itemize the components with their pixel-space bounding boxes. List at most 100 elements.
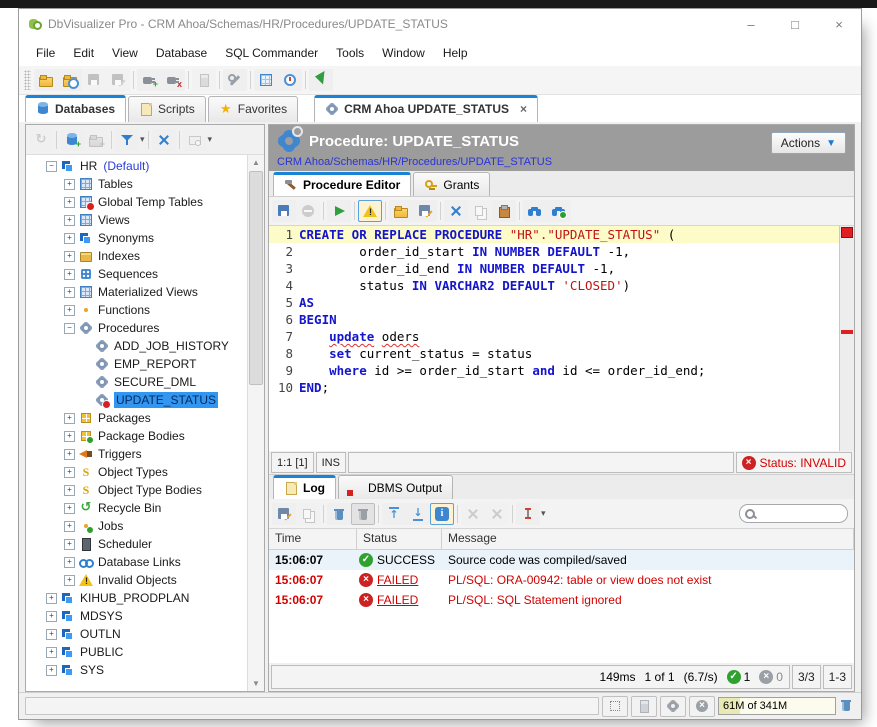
log-row[interactable]: 15:06:07×FAILEDPL/SQL: ORA-00942: table … bbox=[269, 570, 854, 590]
object-tab-close-icon[interactable]: × bbox=[520, 102, 527, 116]
collapse-all-button[interactable] bbox=[152, 129, 176, 151]
scroll-to-top-button[interactable]: ↑ bbox=[382, 503, 406, 525]
grid-status-button[interactable] bbox=[602, 696, 628, 717]
paste-button[interactable] bbox=[492, 200, 516, 222]
tree-expander-icon[interactable]: + bbox=[64, 503, 75, 514]
menu-help[interactable]: Help bbox=[434, 42, 477, 64]
compile-save-button[interactable] bbox=[272, 200, 296, 222]
tree-expander-icon[interactable]: + bbox=[64, 269, 75, 280]
tree-expander-icon[interactable]: + bbox=[64, 197, 75, 208]
code-line-10[interactable]: 10END; bbox=[269, 379, 839, 396]
scroll-down-icon[interactable]: ▼ bbox=[248, 676, 264, 691]
log-column-time[interactable]: Time bbox=[269, 529, 357, 549]
tree-item-triggers[interactable]: +Triggers bbox=[26, 445, 248, 463]
row-height-button[interactable] bbox=[516, 503, 540, 525]
auto-scroll-info-button[interactable]: i bbox=[430, 503, 454, 525]
tree-expander-icon[interactable]: + bbox=[64, 539, 75, 550]
tree-item-packages[interactable]: +Packages bbox=[26, 409, 248, 427]
toolbar-grip[interactable] bbox=[24, 70, 31, 90]
tree-item-indexes[interactable]: +Indexes bbox=[26, 247, 248, 265]
tree-item-object-type-bodies[interactable]: +SObject Type Bodies bbox=[26, 481, 248, 499]
task-monitor-button[interactable] bbox=[278, 69, 302, 91]
export-log-button[interactable] bbox=[272, 503, 296, 525]
scroll-to-bottom-button[interactable]: ↓ bbox=[406, 503, 430, 525]
close-button[interactable]: × bbox=[817, 9, 861, 39]
tree-item-scheduler[interactable]: +Scheduler bbox=[26, 535, 248, 553]
tree-item-materialized-views[interactable]: +Materialized Views bbox=[26, 283, 248, 301]
tree-item-jobs[interactable]: +Jobs bbox=[26, 517, 248, 535]
sql-editor[interactable]: 1CREATE OR REPLACE PROCEDURE "HR"."UPDAT… bbox=[269, 226, 854, 451]
tree-item-outln[interactable]: +OUTLN bbox=[26, 625, 248, 643]
tree-item-tables[interactable]: +Tables bbox=[26, 175, 248, 193]
tree-expander-icon[interactable]: + bbox=[64, 449, 75, 460]
menu-sql-commander[interactable]: SQL Commander bbox=[216, 42, 327, 64]
tree-item-update-status[interactable]: UPDATE_STATUS bbox=[26, 391, 248, 409]
tree-item-object-types[interactable]: +SObject Types bbox=[26, 463, 248, 481]
open-file-button[interactable] bbox=[389, 200, 413, 222]
code-line-9[interactable]: 9 where id >= order_id_start and id <= o… bbox=[269, 362, 839, 379]
clear-log-button[interactable] bbox=[327, 503, 351, 525]
tree-expander-icon[interactable]: + bbox=[64, 287, 75, 298]
tab-scripts[interactable]: Scripts bbox=[128, 96, 206, 122]
tree-expander-icon[interactable]: − bbox=[64, 323, 75, 334]
code-line-6[interactable]: 6BEGIN bbox=[269, 311, 839, 328]
tab-favorites[interactable]: ★Favorites bbox=[208, 96, 298, 122]
open-bookmark-button[interactable] bbox=[58, 69, 82, 91]
code-line-2[interactable]: 2 order_id_start IN NUMBER DEFAULT -1, bbox=[269, 243, 839, 260]
sql-commander-button[interactable] bbox=[309, 69, 333, 91]
tree-expander-icon[interactable]: + bbox=[64, 467, 75, 478]
tree-expander-icon[interactable]: + bbox=[64, 413, 75, 424]
log-row[interactable]: 15:06:07×FAILEDPL/SQL: SQL Statement ign… bbox=[269, 590, 854, 610]
menu-file[interactable]: File bbox=[27, 42, 64, 64]
tab-dbms-output[interactable]: DBMS Output bbox=[338, 475, 453, 499]
tree-item-emp-report[interactable]: EMP_REPORT bbox=[26, 355, 248, 373]
tree-expander-icon[interactable]: + bbox=[46, 665, 57, 676]
tree-item-recycle-bin[interactable]: +↺Recycle Bin bbox=[26, 499, 248, 517]
tree-expander-icon[interactable]: + bbox=[46, 647, 57, 658]
row-height-dropdown-icon[interactable]: ▾ bbox=[541, 508, 546, 519]
tree-item-hr[interactable]: −HR(Default) bbox=[26, 157, 248, 175]
find-button[interactable] bbox=[523, 200, 547, 222]
code-line-8[interactable]: 8 set current_status = status bbox=[269, 345, 839, 362]
tree-item-invalid-objects[interactable]: +Invalid Objects bbox=[26, 571, 248, 589]
error-marker-line7[interactable] bbox=[841, 330, 853, 334]
tree-scrollbar[interactable]: ▲ ▼ bbox=[247, 155, 264, 691]
execute-button[interactable] bbox=[327, 200, 351, 222]
tree-expander-icon[interactable]: + bbox=[64, 521, 75, 532]
add-connection-button[interactable]: + bbox=[60, 129, 84, 151]
tree-item-global-temp-tables[interactable]: +Global Temp Tables bbox=[26, 193, 248, 211]
error-marker-top[interactable] bbox=[841, 227, 853, 238]
connections-status-button[interactable] bbox=[631, 696, 657, 717]
garbage-collect-icon[interactable] bbox=[839, 698, 855, 714]
tree-expander-icon[interactable]: + bbox=[64, 485, 75, 496]
filter-button[interactable] bbox=[115, 129, 139, 151]
tasks-status-button[interactable] bbox=[660, 696, 686, 717]
tab-grants[interactable]: Grants bbox=[413, 172, 490, 196]
tab-databases[interactable]: Databases bbox=[25, 95, 126, 122]
minimize-button[interactable]: – bbox=[729, 9, 773, 39]
menu-view[interactable]: View bbox=[103, 42, 147, 64]
filter-dropdown-icon[interactable]: ▾ bbox=[140, 134, 145, 145]
code-line-4[interactable]: 4 status IN VARCHAR2 DEFAULT 'CLOSED') bbox=[269, 277, 839, 294]
toggle-warnings-button[interactable] bbox=[358, 200, 382, 222]
tree-item-synonyms[interactable]: +Synonyms bbox=[26, 229, 248, 247]
tree-item-procedures[interactable]: −Procedures bbox=[26, 319, 248, 337]
tree-expander-icon[interactable]: + bbox=[64, 233, 75, 244]
code-line-3[interactable]: 3 order_id_end IN NUMBER DEFAULT -1, bbox=[269, 260, 839, 277]
tree-item-mdsys[interactable]: +MDSYS bbox=[26, 607, 248, 625]
tree-item-kihub-prodplan[interactable]: +KIHUB_PRODPLAN bbox=[26, 589, 248, 607]
tree-expander-icon[interactable]: + bbox=[46, 629, 57, 640]
object-tab-update-status[interactable]: CRM Ahoa UPDATE_STATUS × bbox=[314, 95, 538, 122]
tree-expander-icon[interactable]: + bbox=[64, 179, 75, 190]
log-column-message[interactable]: Message bbox=[442, 529, 854, 549]
tree-expander-icon[interactable]: + bbox=[64, 431, 75, 442]
tree-item-public[interactable]: +PUBLIC bbox=[26, 643, 248, 661]
tab-procedure-editor[interactable]: Procedure Editor bbox=[273, 172, 411, 196]
tree-expander-icon[interactable]: + bbox=[46, 611, 57, 622]
tree-item-functions[interactable]: +Functions bbox=[26, 301, 248, 319]
memory-gauge[interactable]: 61M of 341M bbox=[718, 697, 836, 715]
tree-item-views[interactable]: +Views bbox=[26, 211, 248, 229]
connect-button[interactable]: + bbox=[137, 69, 161, 91]
tree-item-add-job-history[interactable]: ADD_JOB_HISTORY bbox=[26, 337, 248, 355]
tab-log[interactable]: Log bbox=[273, 475, 336, 499]
